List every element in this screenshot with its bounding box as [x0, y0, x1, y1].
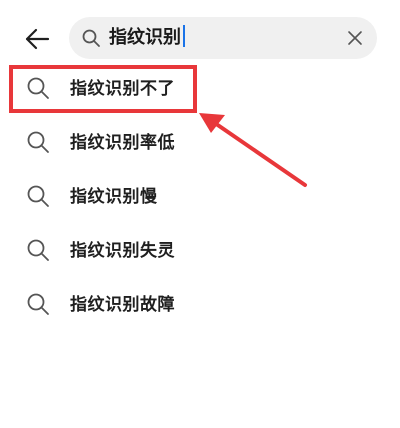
search-icon	[27, 239, 49, 261]
search-icon	[27, 185, 49, 207]
search-icon	[27, 131, 49, 153]
suggestion-label: 指纹识别失灵	[70, 241, 175, 261]
back-button[interactable]	[20, 22, 54, 56]
suggestion-label: 指纹识别故障	[70, 295, 175, 315]
text-caret	[183, 25, 185, 47]
suggestion-item[interactable]: 指纹识别故障	[0, 278, 400, 332]
annotation-arrow	[199, 113, 307, 187]
arrow-left-icon	[25, 28, 50, 50]
search-bar[interactable]: 指纹识别	[69, 17, 377, 59]
search-icon	[27, 293, 49, 315]
close-icon[interactable]	[347, 30, 363, 46]
highlight-box	[9, 65, 197, 113]
suggestion-label: 指纹识别率低	[70, 133, 175, 153]
suggestion-label: 指纹识别慢	[70, 187, 158, 207]
search-input[interactable]: 指纹识别	[109, 17, 185, 59]
search-icon	[82, 29, 100, 47]
suggestion-item[interactable]: 指纹识别失灵	[0, 224, 400, 278]
search-query-text: 指纹识别	[109, 27, 181, 48]
